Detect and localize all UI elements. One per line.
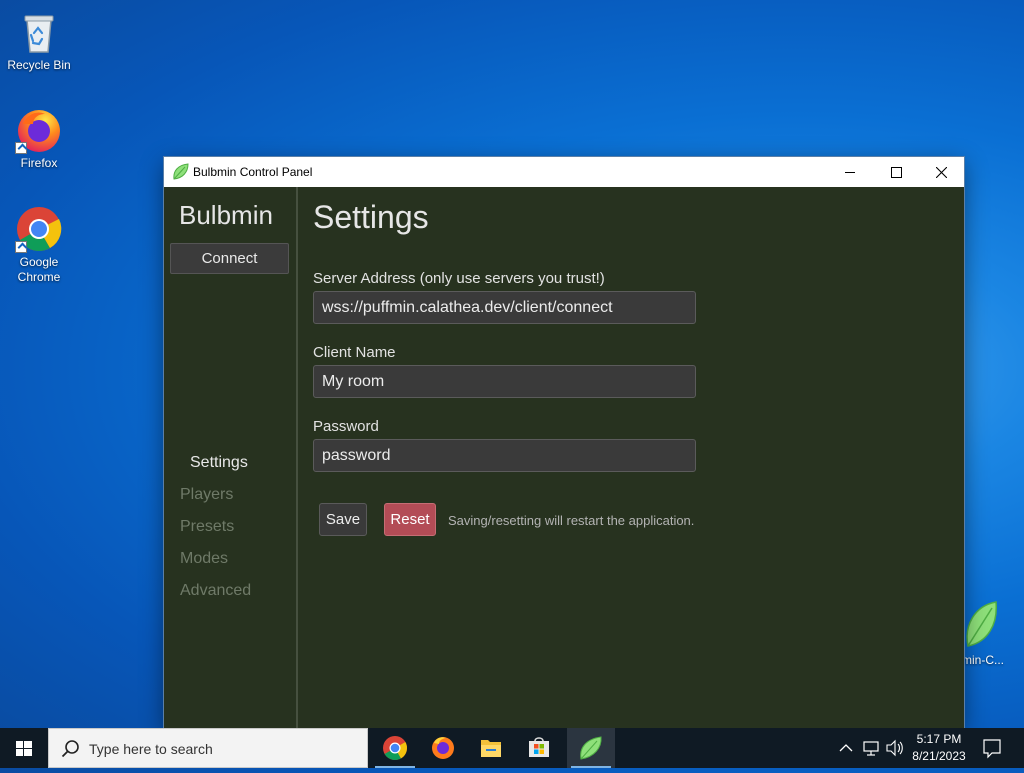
nav-item-advanced[interactable]: Advanced — [180, 582, 251, 600]
chrome-icon — [15, 205, 63, 253]
app-brand: Bulbmin — [179, 200, 273, 230]
shortcut-arrow-icon — [15, 142, 27, 154]
desktop-icon-label: Recycle Bin — [7, 58, 71, 72]
windows-logo-icon — [16, 741, 32, 756]
show-hidden-icons-button[interactable] — [836, 728, 856, 768]
restart-hint: Saving/resetting will restart the applic… — [448, 513, 695, 528]
settings-panel: Settings Server Address (only use server… — [298, 187, 964, 728]
desktop-icon-label: min-C... — [962, 653, 1004, 667]
password-label: Password — [313, 418, 379, 435]
close-icon — [936, 167, 947, 178]
firefox-icon — [432, 737, 454, 759]
taskbar-search-box[interactable]: Type here to search — [48, 728, 368, 768]
taskbar-clock[interactable]: 5:17 PM 8/21/2023 — [905, 731, 973, 765]
network-button[interactable] — [861, 728, 883, 768]
password-input[interactable] — [313, 439, 696, 472]
page-title: Settings — [313, 199, 429, 235]
bulbmin-icon — [580, 736, 602, 760]
server-address-label: Server Address (only use servers you tru… — [313, 270, 605, 287]
desktop-icon-label: Firefox — [20, 156, 58, 170]
leaf-icon — [173, 163, 189, 185]
save-button[interactable]: Save — [319, 503, 367, 536]
shortcut-arrow-icon — [15, 241, 27, 253]
notification-icon — [983, 739, 1001, 759]
taskbar-app-store[interactable] — [515, 728, 563, 768]
network-icon — [863, 741, 879, 756]
volume-icon — [886, 739, 903, 757]
firefox-icon — [15, 106, 63, 154]
taskbar-app-bulbmin[interactable] — [567, 728, 615, 768]
sidebar: Bulbmin Connect Settings Players Presets… — [164, 187, 298, 728]
bulbmin-window: Bulbmin Control Panel Bulbmin Connect Se… — [164, 157, 964, 728]
file-explorer-icon — [481, 740, 501, 757]
search-placeholder: Type here to search — [89, 741, 213, 757]
desktop-icon-recycle-bin[interactable]: Recycle Bin — [1, 8, 77, 73]
window-title: Bulbmin Control Panel — [193, 165, 313, 179]
nav-item-presets[interactable]: Presets — [180, 518, 234, 536]
notifications-button[interactable] — [978, 728, 1006, 768]
clock-time: 5:17 PM — [916, 732, 962, 746]
minimize-icon — [845, 172, 855, 173]
title-bar[interactable]: Bulbmin Control Panel — [164, 157, 964, 187]
nav-item-players[interactable]: Players — [180, 486, 233, 504]
search-icon — [61, 740, 79, 758]
desktop-icon-firefox[interactable]: Firefox — [1, 106, 77, 171]
clock-date: 8/21/2023 — [912, 749, 966, 763]
recycle-bin-icon — [15, 8, 63, 56]
close-button[interactable] — [918, 157, 964, 187]
minimize-button[interactable] — [827, 157, 873, 187]
taskbar-app-firefox[interactable] — [419, 728, 467, 768]
store-icon — [529, 737, 549, 757]
taskbar-app-file-explorer[interactable] — [467, 728, 515, 768]
volume-button[interactable] — [884, 728, 906, 768]
taskbar: Type here to search 5:17 PM 8/21/2023 — [0, 728, 1024, 768]
taskbar-app-chrome[interactable] — [371, 728, 419, 768]
chevron-up-icon — [839, 744, 853, 752]
maximize-icon — [891, 167, 902, 178]
desktop-icon-label: Google Chrome — [17, 255, 61, 284]
reset-button[interactable]: Reset — [384, 503, 436, 536]
leaf-icon — [964, 600, 998, 655]
connect-button[interactable]: Connect — [170, 243, 289, 274]
nav-item-settings[interactable]: Settings — [190, 454, 248, 472]
desktop-icon-google-chrome[interactable]: Google Chrome — [1, 205, 77, 285]
server-address-input[interactable] — [313, 291, 696, 324]
nav-item-modes[interactable]: Modes — [180, 550, 228, 568]
client-name-label: Client Name — [313, 344, 396, 361]
start-button[interactable] — [0, 728, 48, 768]
client-name-input[interactable] — [313, 365, 696, 398]
chrome-icon — [383, 736, 408, 761]
maximize-button[interactable] — [873, 157, 919, 187]
